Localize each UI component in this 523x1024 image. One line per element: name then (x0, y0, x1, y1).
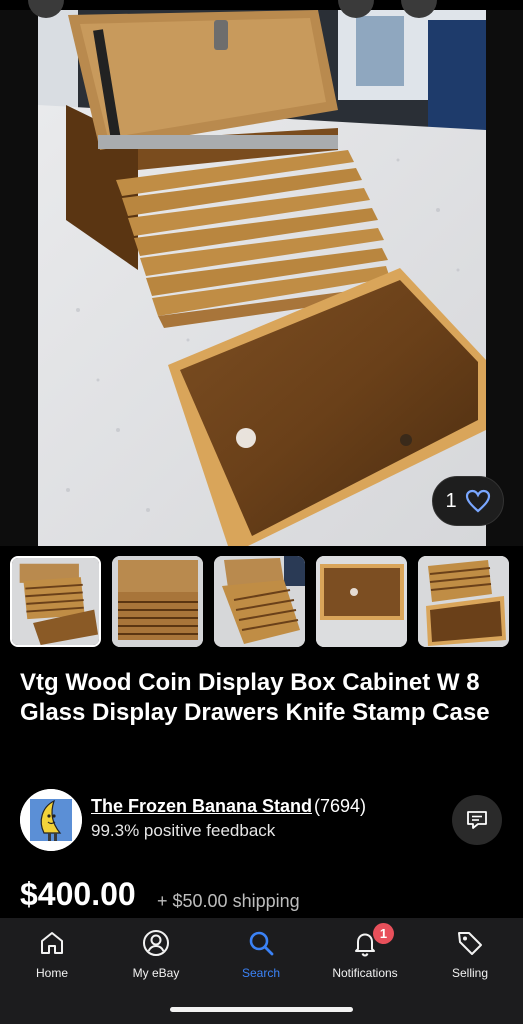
tab-search[interactable]: Search (209, 928, 313, 988)
drawer-stack-thumb (418, 556, 509, 647)
bottom-tab-bar: Home My eBay Search 1 Notifications Sell… (0, 918, 523, 1024)
tab-home[interactable]: Home (0, 928, 104, 988)
tab-search-label: Search (241, 966, 281, 980)
contact-seller-button[interactable] (452, 795, 502, 845)
thumbnail-5[interactable] (418, 556, 509, 647)
seller-feedback-percent: 99.3% positive feedback (91, 821, 276, 840)
heart-icon (465, 489, 490, 513)
status-strip (0, 0, 523, 10)
tab-notifications-label: Notifications (332, 966, 398, 980)
search-icon (249, 931, 274, 956)
listing-image-viewer[interactable]: 1 (0, 0, 523, 546)
frozen-banana-avatar (20, 789, 82, 851)
thumbnail-3[interactable] (214, 556, 305, 647)
watch-button[interactable]: 1 (432, 476, 504, 526)
watch-count: 1 (445, 489, 457, 512)
user-icon (143, 930, 169, 956)
seller-info: The Frozen Banana Stand (7694) 99.3% pos… (20, 789, 510, 851)
tab-my-ebay-label: My eBay (132, 966, 180, 980)
shipping-cost: + $50.00 shipping (157, 891, 300, 911)
tab-my-ebay[interactable]: My eBay (104, 928, 208, 988)
home-icon (41, 932, 63, 954)
seller-name-link[interactable]: The Frozen Banana Stand (91, 796, 312, 817)
tab-selling[interactable]: Selling (418, 928, 522, 988)
image-thumbnail-strip (10, 556, 523, 648)
tag-icon (458, 932, 482, 955)
notification-badge: 1 (373, 923, 394, 944)
cabinet-angle-thumb (214, 556, 305, 647)
tab-home-label: Home (35, 966, 68, 980)
tab-notifications[interactable]: 1 Notifications (313, 923, 417, 988)
wood-cabinet-photo (38, 10, 486, 546)
thumbnail-1[interactable] (10, 556, 101, 647)
thumbnail-4[interactable] (316, 556, 407, 647)
tab-selling-label: Selling (451, 966, 489, 980)
thumbnail-2[interactable] (112, 556, 203, 647)
cabinet-open-drawers-thumb (12, 558, 99, 645)
seller-feedback-count: (7694) (314, 796, 367, 816)
listing-title: Vtg Wood Coin Display Box Cabinet W 8 Gl… (20, 669, 490, 726)
message-icon (467, 811, 487, 829)
listing-price: $400.00 (20, 876, 136, 912)
main-listing-photo[interactable] (38, 10, 486, 546)
cabinet-front-thumb (112, 556, 203, 647)
seller-avatar[interactable] (20, 789, 82, 851)
home-indicator (170, 1007, 353, 1012)
glass-drawer-thumb (316, 556, 407, 647)
